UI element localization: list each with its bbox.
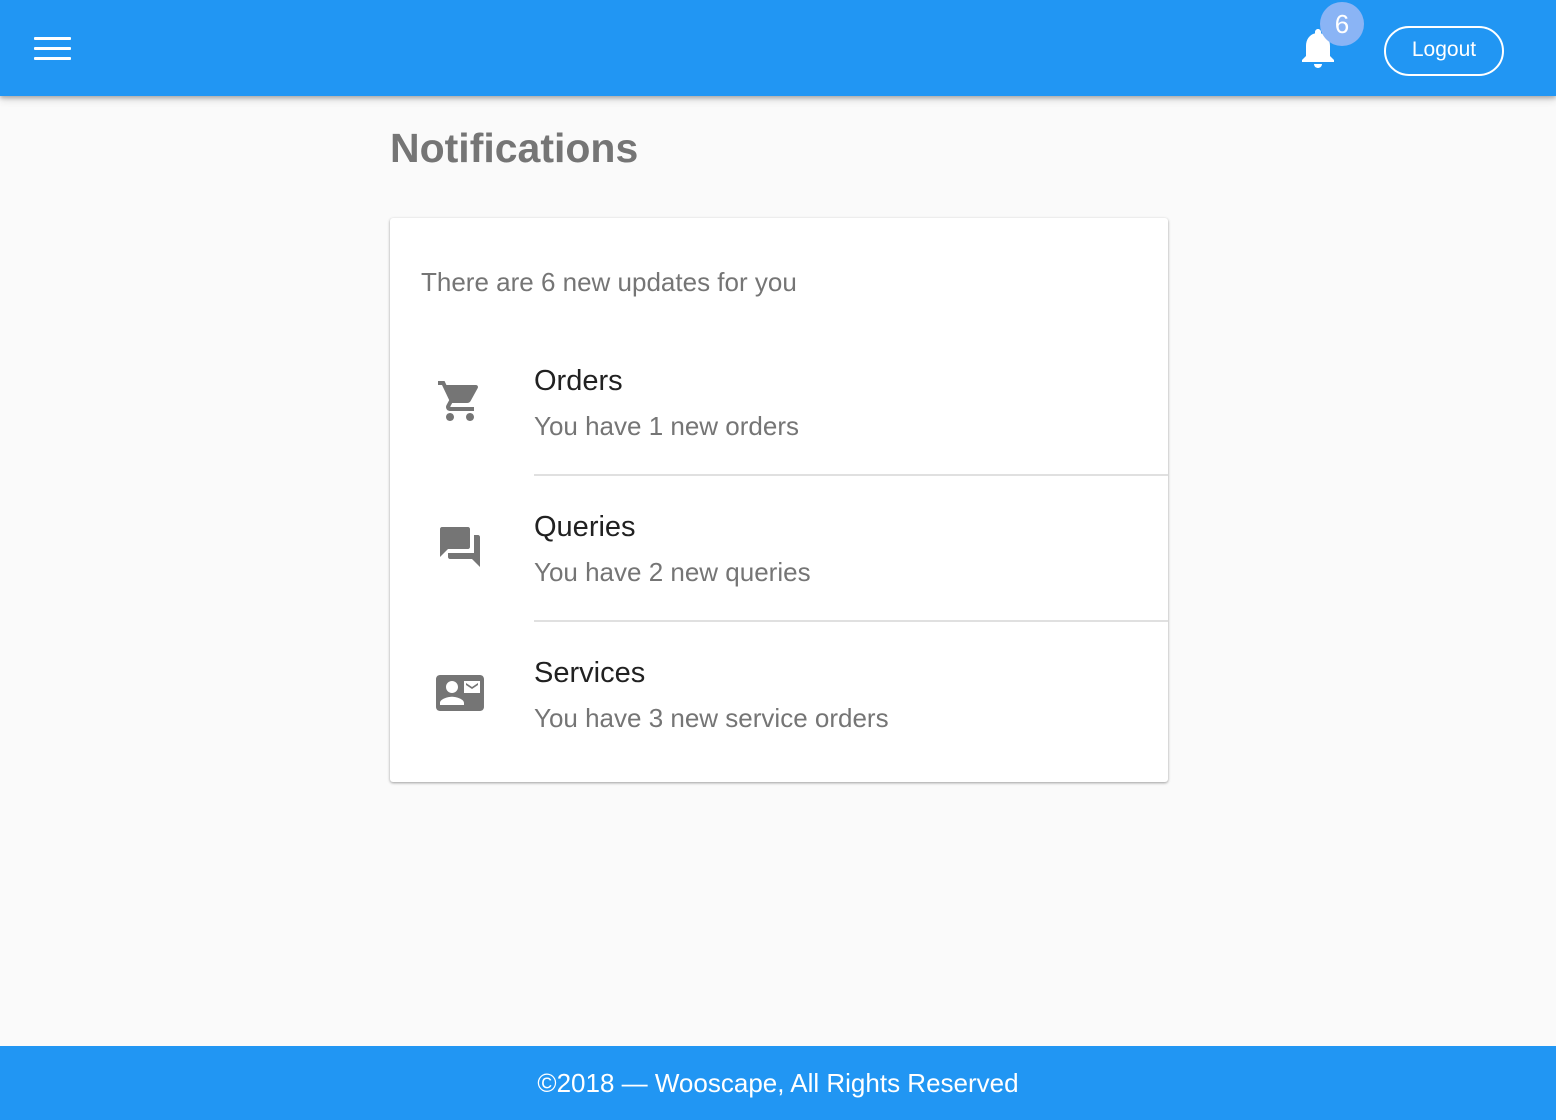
menu-icon-bar xyxy=(33,46,71,50)
list-item-queries[interactable]: Queries You have 2 new queries xyxy=(390,490,1168,636)
menu-icon[interactable] xyxy=(26,28,78,68)
list-item-title: Queries xyxy=(534,511,636,543)
footer: ©2018 — Wooscape, All Rights Reserved xyxy=(0,1046,1556,1120)
list-item-orders[interactable]: Orders You have 1 new orders xyxy=(390,344,1168,490)
list-item-subtitle: You have 2 new queries xyxy=(534,557,811,587)
contact-mail-icon xyxy=(436,669,484,717)
menu-icon-bar xyxy=(33,36,71,40)
notifications-subheader: There are 6 new updates for you xyxy=(421,267,797,297)
list-item-title: Services xyxy=(534,657,646,689)
menu-icon-bar xyxy=(33,56,71,60)
list-item-subtitle: You have 3 new service orders xyxy=(534,703,889,733)
notifications-card: There are 6 new updates for you Orders Y… xyxy=(390,218,1168,782)
forum-icon xyxy=(436,523,484,571)
page-title: Notifications xyxy=(390,125,639,171)
logout-button[interactable]: Logout xyxy=(1384,26,1504,76)
divider xyxy=(534,474,1168,476)
app-bar: 6 Logout xyxy=(0,0,1556,96)
list-item-title: Orders xyxy=(534,365,623,397)
notification-count-badge: 6 xyxy=(1320,2,1364,46)
list-item-subtitle: You have 1 new orders xyxy=(534,411,800,441)
copyright-text: ©2018 — Wooscape, All Rights Reserved xyxy=(537,1068,1019,1098)
divider xyxy=(534,620,1168,622)
list-item-services[interactable]: Services You have 3 new service orders xyxy=(390,636,1168,782)
cart-icon xyxy=(436,377,484,425)
